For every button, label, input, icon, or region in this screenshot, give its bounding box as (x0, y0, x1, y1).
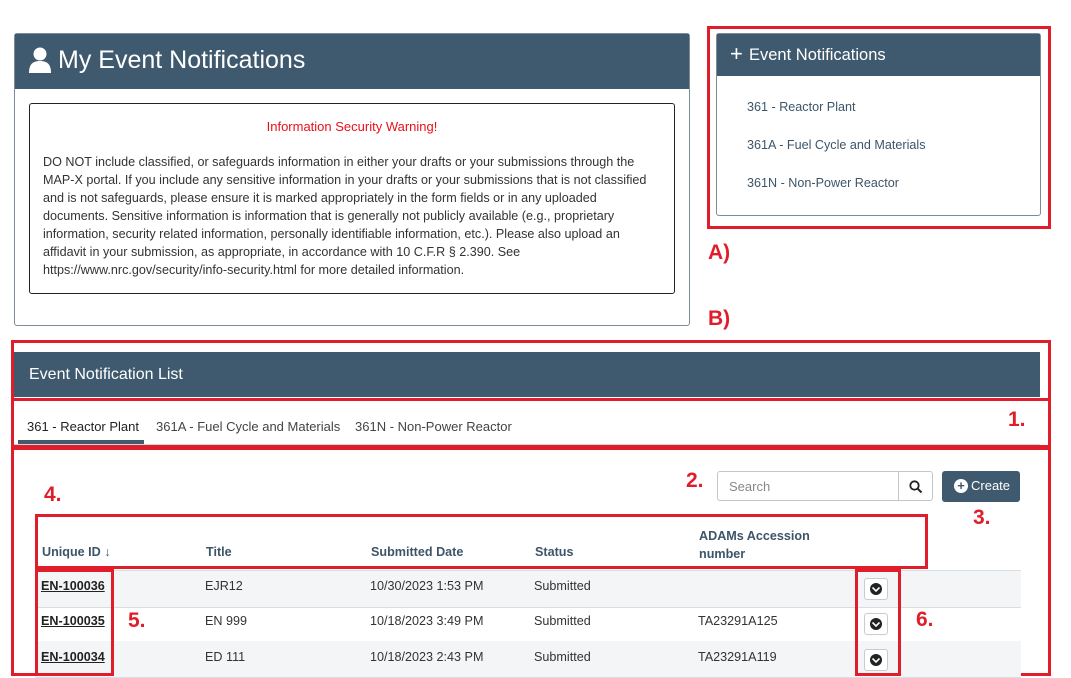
list-title: Event Notification List (29, 366, 183, 383)
plus-icon: + (730, 41, 743, 66)
plus-circle-icon: + (954, 479, 968, 493)
row-status: Submitted (534, 614, 591, 628)
row-title: EJR12 (205, 579, 243, 593)
my-event-notifications-panel: My Event Notifications Information Secur… (14, 33, 690, 326)
row-status: Submitted (534, 650, 591, 664)
my-panel-header: My Event Notifications (15, 34, 689, 89)
annotation-frame-1 (11, 398, 1051, 448)
event-notifications-header[interactable]: + Event Notifications (717, 34, 1040, 76)
link-reactor-plant[interactable]: 361 - Reactor Plant (747, 100, 856, 114)
annotation-label-4: 4. (44, 483, 62, 506)
row-submitted-date: 10/18/2023 2:43 PM (370, 650, 484, 664)
annotation-frame-4 (35, 514, 928, 569)
security-warning-title: Information Security Warning! (266, 119, 438, 134)
event-notifications-panel: + Event Notifications 361 - Reactor Plan… (716, 33, 1041, 216)
create-button[interactable]: + Create (942, 471, 1020, 502)
row-adams-number: TA23291A119 (698, 650, 777, 664)
security-warning-box: Information Security Warning! DO NOT inc… (29, 103, 675, 294)
annotation-label-5: 5. (128, 609, 146, 632)
annotation-label-2: 2. (686, 469, 704, 492)
search-icon (909, 480, 923, 494)
annotation-label-a: A) (708, 241, 731, 264)
annotation-frame-5 (35, 569, 114, 676)
user-icon (29, 47, 51, 73)
annotation-frame-6 (855, 569, 901, 676)
annotation-label-6: 6. (916, 608, 934, 631)
row-title: EN 999 (205, 614, 248, 628)
search-button[interactable] (898, 471, 933, 501)
row-adams-number: TA23291A125 (698, 614, 778, 628)
annotation-label-1: 1. (1008, 408, 1026, 431)
row-submitted-date: 10/30/2023 1:53 PM (370, 579, 484, 593)
create-button-label: Create (971, 478, 1011, 493)
annotation-label-3: 3. (973, 506, 991, 529)
link-fuel-cycle-materials[interactable]: 361A - Fuel Cycle and Materials (747, 138, 926, 152)
row-title: ED 111 (205, 650, 246, 664)
page-title: My Event Notifications (58, 46, 306, 74)
search-input[interactable] (717, 471, 899, 501)
event-notifications-title: Event Notifications (749, 46, 886, 64)
security-warning-text: DO NOT include classified, or safeguards… (43, 155, 647, 277)
row-submitted-date: 10/18/2023 3:49 PM (370, 614, 484, 628)
annotation-label-b: B) (708, 307, 731, 330)
row-status: Submitted (534, 579, 591, 593)
list-header: Event Notification List (14, 352, 1040, 397)
link-non-power-reactor[interactable]: 361N - Non-Power Reactor (747, 176, 899, 190)
